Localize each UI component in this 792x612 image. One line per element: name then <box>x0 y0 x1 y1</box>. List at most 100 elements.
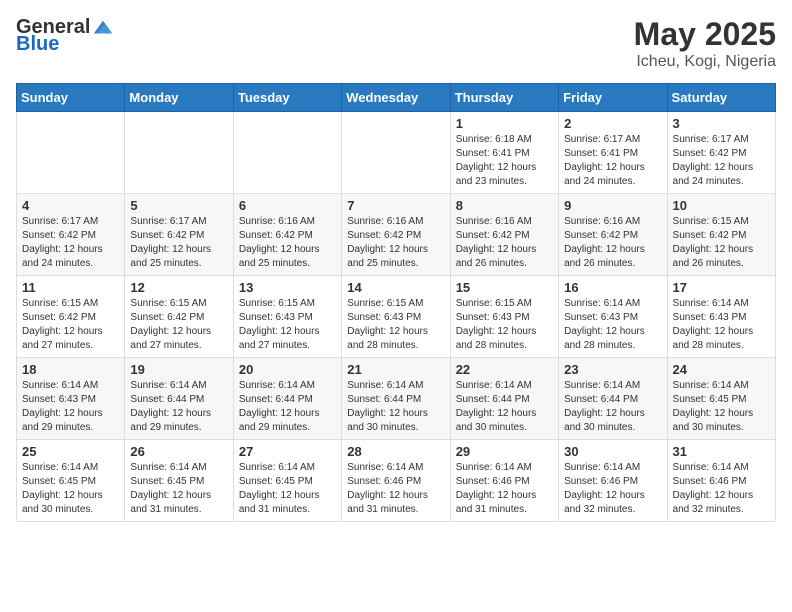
day-info: Sunrise: 6:15 AM Sunset: 6:43 PM Dayligh… <box>239 297 336 353</box>
calendar-day-cell <box>125 112 233 194</box>
day-info: Sunrise: 6:15 AM Sunset: 6:42 PM Dayligh… <box>22 297 119 353</box>
day-number: 16 <box>564 280 661 295</box>
day-info: Sunrise: 6:15 AM Sunset: 6:42 PM Dayligh… <box>673 215 770 271</box>
day-number: 22 <box>456 362 553 377</box>
day-info: Sunrise: 6:14 AM Sunset: 6:44 PM Dayligh… <box>564 379 661 435</box>
day-info: Sunrise: 6:16 AM Sunset: 6:42 PM Dayligh… <box>456 215 553 271</box>
calendar-table: SundayMondayTuesdayWednesdayThursdayFrid… <box>16 83 776 522</box>
calendar-day-cell: 13 Sunrise: 6:15 AM Sunset: 6:43 PM Dayli… <box>233 276 341 358</box>
day-info: Sunrise: 6:15 AM Sunset: 6:43 PM Dayligh… <box>347 297 444 353</box>
calendar-day-cell: 19 Sunrise: 6:14 AM Sunset: 6:44 PM Dayli… <box>125 358 233 440</box>
day-number: 11 <box>22 280 119 295</box>
calendar-day-cell <box>342 112 450 194</box>
day-number: 25 <box>22 444 119 459</box>
calendar-week-row: 11 Sunrise: 6:15 AM Sunset: 6:42 PM Dayli… <box>17 276 776 358</box>
calendar-day-cell: 14 Sunrise: 6:15 AM Sunset: 6:43 PM Dayli… <box>342 276 450 358</box>
day-of-week-header: Wednesday <box>342 84 450 112</box>
calendar-day-cell: 24 Sunrise: 6:14 AM Sunset: 6:45 PM Dayli… <box>667 358 775 440</box>
day-info: Sunrise: 6:14 AM Sunset: 6:46 PM Dayligh… <box>456 461 553 517</box>
day-number: 4 <box>22 198 119 213</box>
calendar-day-cell: 20 Sunrise: 6:14 AM Sunset: 6:44 PM Dayli… <box>233 358 341 440</box>
calendar-day-cell <box>17 112 125 194</box>
day-of-week-header: Thursday <box>450 84 558 112</box>
day-of-week-header: Monday <box>125 84 233 112</box>
day-number: 12 <box>130 280 227 295</box>
calendar-day-cell: 8Sunrise: 6:16 AM Sunset: 6:42 PM Daylig… <box>450 194 558 276</box>
day-number: 13 <box>239 280 336 295</box>
calendar-day-cell: 11 Sunrise: 6:15 AM Sunset: 6:42 PM Dayli… <box>17 276 125 358</box>
day-number: 10 <box>673 198 770 213</box>
calendar-day-cell: 6 Sunrise: 6:16 AM Sunset: 6:42 PM Daylig… <box>233 194 341 276</box>
calendar-header-row: SundayMondayTuesdayWednesdayThursdayFrid… <box>17 84 776 112</box>
calendar-day-cell: 15 Sunrise: 6:15 AM Sunset: 6:43 PM Dayli… <box>450 276 558 358</box>
day-number: 1 <box>456 116 553 131</box>
day-info: Sunrise: 6:15 AM Sunset: 6:43 PM Dayligh… <box>456 297 553 353</box>
day-info: Sunrise: 6:16 AM Sunset: 6:42 PM Dayligh… <box>347 215 444 271</box>
day-info: Sunrise: 6:14 AM Sunset: 6:45 PM Dayligh… <box>673 379 770 435</box>
calendar-day-cell: 5Sunrise: 6:17 AM Sunset: 6:42 PM Daylig… <box>125 194 233 276</box>
day-number: 20 <box>239 362 336 377</box>
calendar-day-cell: 4Sunrise: 6:17 AM Sunset: 6:42 PM Daylig… <box>17 194 125 276</box>
calendar-week-row: 18 Sunrise: 6:14 AM Sunset: 6:43 PM Dayli… <box>17 358 776 440</box>
day-number: 18 <box>22 362 119 377</box>
day-info: Sunrise: 6:17 AM Sunset: 6:42 PM Dayligh… <box>673 133 770 189</box>
calendar-day-cell: 17 Sunrise: 6:14 AM Sunset: 6:43 PM Dayli… <box>667 276 775 358</box>
day-number: 27 <box>239 444 336 459</box>
calendar-day-cell: 7 Sunrise: 6:16 AM Sunset: 6:42 PM Daylig… <box>342 194 450 276</box>
day-info: Sunrise: 6:16 AM Sunset: 6:42 PM Dayligh… <box>239 215 336 271</box>
calendar-day-cell: 3 Sunrise: 6:17 AM Sunset: 6:42 PM Daylig… <box>667 112 775 194</box>
day-of-week-header: Saturday <box>667 84 775 112</box>
day-of-week-header: Tuesday <box>233 84 341 112</box>
calendar-day-cell: 30Sunrise: 6:14 AM Sunset: 6:46 PM Dayli… <box>559 440 667 522</box>
day-info: Sunrise: 6:14 AM Sunset: 6:44 PM Dayligh… <box>130 379 227 435</box>
calendar-day-cell: 26 Sunrise: 6:14 AM Sunset: 6:45 PM Dayli… <box>125 440 233 522</box>
logo: General Blue <box>16 16 114 56</box>
day-number: 24 <box>673 362 770 377</box>
day-number: 29 <box>456 444 553 459</box>
day-info: Sunrise: 6:14 AM Sunset: 6:46 PM Dayligh… <box>673 461 770 517</box>
day-number: 26 <box>130 444 227 459</box>
day-number: 15 <box>456 280 553 295</box>
day-number: 9 <box>564 198 661 213</box>
day-info: Sunrise: 6:14 AM Sunset: 6:44 PM Dayligh… <box>456 379 553 435</box>
day-of-week-header: Sunday <box>17 84 125 112</box>
day-info: Sunrise: 6:14 AM Sunset: 6:43 PM Dayligh… <box>673 297 770 353</box>
day-info: Sunrise: 6:14 AM Sunset: 6:45 PM Dayligh… <box>239 461 336 517</box>
day-of-week-header: Friday <box>559 84 667 112</box>
day-info: Sunrise: 6:17 AM Sunset: 6:42 PM Dayligh… <box>130 215 227 271</box>
day-number: 3 <box>673 116 770 131</box>
calendar-day-cell: 18 Sunrise: 6:14 AM Sunset: 6:43 PM Dayli… <box>17 358 125 440</box>
calendar-week-row: 4 Sunrise: 6:17 AM Sunset: 6:42 PM Daylig… <box>17 194 776 276</box>
day-info: Sunrise: 6:18 AM Sunset: 6:41 PM Dayligh… <box>456 133 553 189</box>
day-info: Sunrise: 6:14 AM Sunset: 6:43 PM Dayligh… <box>22 379 119 435</box>
calendar-day-cell: 9 Sunrise: 6:16 AM Sunset: 6:42 PM Daylig… <box>559 194 667 276</box>
day-info: Sunrise: 6:14 AM Sunset: 6:45 PM Dayligh… <box>130 461 227 517</box>
day-number: 23 <box>564 362 661 377</box>
calendar-day-cell: 12 Sunrise: 6:15 AM Sunset: 6:42 PM Dayli… <box>125 276 233 358</box>
day-number: 28 <box>347 444 444 459</box>
calendar-day-cell: 10 Sunrise: 6:15 AM Sunset: 6:42 PM Dayli… <box>667 194 775 276</box>
day-number: 30 <box>564 444 661 459</box>
day-number: 19 <box>130 362 227 377</box>
day-info: Sunrise: 6:15 AM Sunset: 6:42 PM Dayligh… <box>130 297 227 353</box>
day-number: 2 <box>564 116 661 131</box>
calendar-day-cell: 23 Sunrise: 6:14 AM Sunset: 6:44 PM Dayli… <box>559 358 667 440</box>
day-info: Sunrise: 6:14 AM Sunset: 6:44 PM Dayligh… <box>239 379 336 435</box>
day-number: 7 <box>347 198 444 213</box>
day-number: 14 <box>347 280 444 295</box>
calendar-day-cell: 31 Sunrise: 6:14 AM Sunset: 6:46 PM Dayli… <box>667 440 775 522</box>
day-number: 31 <box>673 444 770 459</box>
day-info: Sunrise: 6:16 AM Sunset: 6:42 PM Dayligh… <box>564 215 661 271</box>
calendar-day-cell: 29 Sunrise: 6:14 AM Sunset: 6:46 PM Dayli… <box>450 440 558 522</box>
day-number: 6 <box>239 198 336 213</box>
day-info: Sunrise: 6:14 AM Sunset: 6:46 PM Dayligh… <box>347 461 444 517</box>
calendar-day-cell: 2Sunrise: 6:17 AM Sunset: 6:41 PM Daylig… <box>559 112 667 194</box>
calendar-day-cell: 25 Sunrise: 6:14 AM Sunset: 6:45 PM Dayli… <box>17 440 125 522</box>
month-title: May 2025 <box>634 16 776 53</box>
day-number: 17 <box>673 280 770 295</box>
calendar-day-cell: 28 Sunrise: 6:14 AM Sunset: 6:46 PM Dayli… <box>342 440 450 522</box>
page-header: General Blue May 2025 Icheu, Kogi, Niger… <box>16 16 776 71</box>
logo-icon <box>92 17 114 39</box>
day-info: Sunrise: 6:14 AM Sunset: 6:45 PM Dayligh… <box>22 461 119 517</box>
location: Icheu, Kogi, Nigeria <box>634 53 776 71</box>
